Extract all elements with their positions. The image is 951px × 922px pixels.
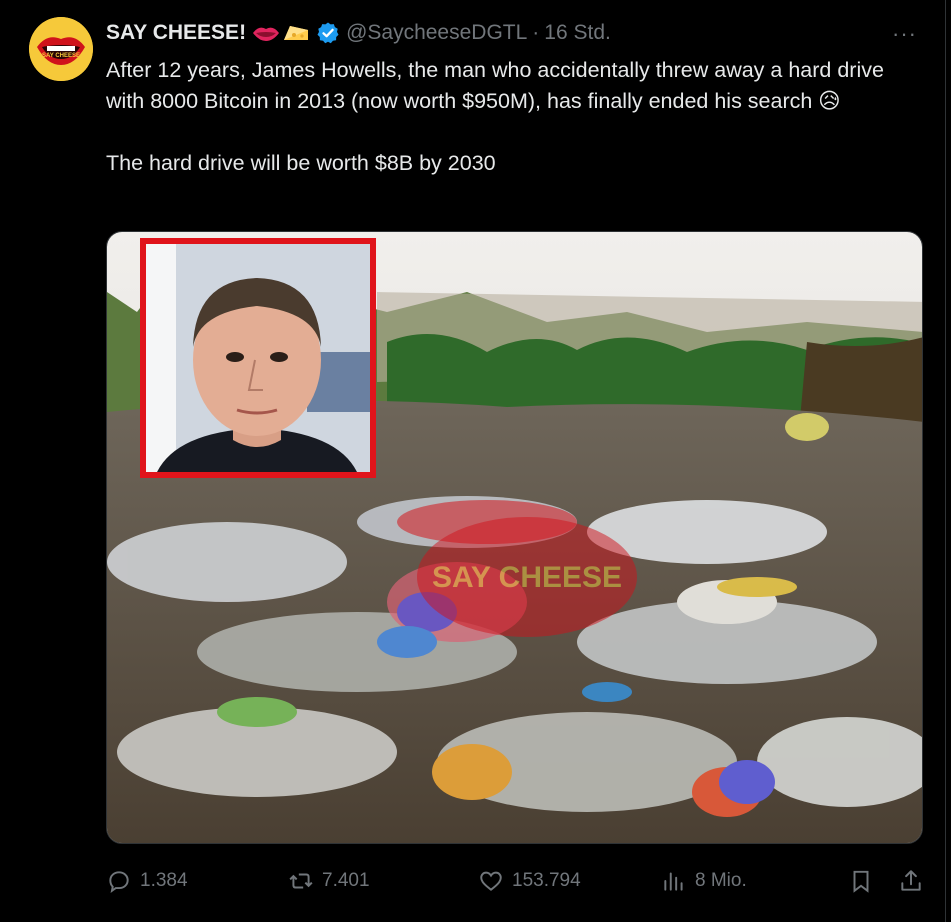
share-icon: [901, 870, 921, 891]
repost-icon: [289, 873, 313, 889]
lips-emoji: [253, 27, 280, 41]
reply-icon: [109, 871, 129, 893]
bookmark-button[interactable]: [848, 863, 874, 899]
author-handle[interactable]: @SaycheeseDGTL: [346, 21, 527, 45]
svg-text:SAY CHEESE: SAY CHEESE: [42, 53, 80, 59]
tweet-paragraph-2: The hard drive will be worth $8B by 2030: [106, 151, 496, 175]
verified-badge-icon[interactable]: [316, 21, 340, 45]
tweet-paragraph-1: After 12 years, James Howells, the man w…: [106, 58, 884, 113]
reply-button[interactable]: 1.384: [106, 863, 188, 899]
header-separator: ·: [532, 21, 540, 44]
repost-button[interactable]: 7.401: [288, 863, 370, 899]
share-button[interactable]: [898, 863, 924, 899]
views-button[interactable]: 8 Mio.: [661, 863, 747, 899]
tweet-article[interactable]: SAY CHEESE SAY CHEESE! @SaycheeseDGTL · …: [0, 0, 946, 922]
author-avatar[interactable]: SAY CHEESE: [29, 17, 93, 81]
more-icon[interactable]: ···: [892, 21, 917, 47]
repost-count: 7.401: [322, 870, 370, 891]
like-count: 153.794: [512, 870, 581, 891]
bookmark-icon: [853, 870, 869, 893]
like-button[interactable]: 153.794: [478, 863, 581, 899]
tweet-actions: 1.384 7.401 153.794 8 Mio.: [106, 863, 923, 899]
tweet-timestamp[interactable]: 16 Std.: [544, 21, 611, 45]
like-icon: [480, 871, 502, 891]
author-name[interactable]: SAY CHEESE!: [106, 21, 246, 45]
tweet-header: SAY CHEESE! @SaycheeseDGTL · 16 Std.: [106, 19, 611, 47]
inset-portrait: [140, 238, 376, 478]
views-icon: [664, 872, 683, 891]
avatar-lips-logo: SAY CHEESE: [29, 17, 93, 81]
cheese-emoji: [284, 26, 309, 40]
reply-count: 1.384: [140, 870, 188, 891]
tweet-text: After 12 years, James Howells, the man w…: [106, 55, 926, 179]
tweet-media-image[interactable]: SAY CHEESE: [106, 231, 923, 844]
landfill-photo: SAY CHEESE: [107, 232, 922, 843]
views-count: 8 Mio.: [695, 870, 747, 891]
watermark-text: SAY CHEESE: [432, 561, 622, 594]
